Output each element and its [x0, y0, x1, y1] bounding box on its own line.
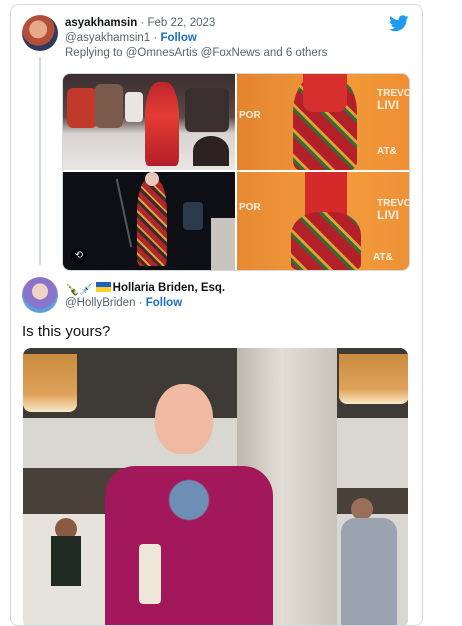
overlay-text: POR [239, 110, 261, 121]
media-photo[interactable]: TREVC LIVI AT& POR [237, 172, 409, 270]
overlay-text: AT& [373, 252, 393, 263]
twitter-bird-icon[interactable] [389, 15, 409, 32]
overlay-text: LIVI [377, 208, 400, 222]
tweet-header: asyakhamsin · Feb 22, 2023 [65, 16, 215, 31]
author-handle[interactable]: @asyakhamsin1 [65, 32, 150, 44]
separator-dot: · [140, 17, 145, 29]
thread-connector-line [39, 57, 41, 265]
avatar[interactable] [22, 277, 58, 313]
follow-button[interactable]: Follow [160, 32, 196, 44]
overlay-text: LIVI [377, 98, 400, 112]
overlay-text: AT& [377, 146, 397, 157]
tweet-text: Is this yours? [22, 323, 111, 340]
tweet-subheader: @asyakhamsin1 · Follow [65, 31, 197, 46]
media-grid[interactable]: TREVC LIVI AT& POR ⟲ TREVC LIVI AT& POR [62, 73, 410, 271]
separator-dot: · [153, 32, 158, 44]
replying-to[interactable]: Replying to @OmnesArtis @FoxNews and 6 o… [65, 46, 327, 61]
author-name[interactable]: asyakhamsin [65, 17, 137, 29]
play-gif-icon[interactable]: ⟲ [71, 248, 87, 264]
author-handle[interactable]: @HollyBriden [65, 297, 135, 309]
author-name[interactable]: Hollaria Briden, Esq. [113, 282, 225, 294]
tweet-subheader: @HollyBriden · Follow [65, 296, 182, 311]
media-photo[interactable] [23, 348, 408, 625]
avatar[interactable] [22, 15, 58, 51]
media-photo[interactable] [63, 74, 235, 170]
follow-button[interactable]: Follow [146, 297, 182, 309]
tweet-date[interactable]: Feb 22, 2023 [148, 17, 216, 29]
tweet-card: asyakhamsin · Feb 22, 2023 @asyakhamsin1… [10, 4, 423, 626]
separator-dot: · [138, 297, 143, 309]
overlay-text: POR [239, 202, 261, 213]
media-photo[interactable]: TREVC LIVI AT& POR [237, 74, 409, 170]
ukraine-flag-icon [95, 282, 111, 292]
media-video[interactable]: ⟲ [63, 172, 235, 270]
